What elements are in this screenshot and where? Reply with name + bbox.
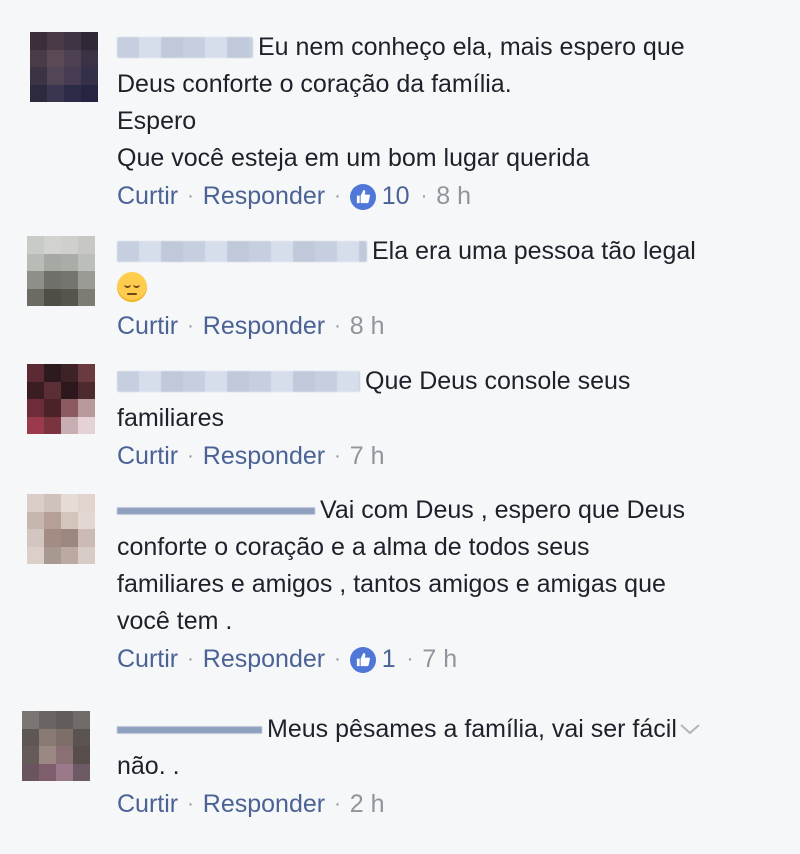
comment-text: Meus pêsames a família, vai ser fácil nã… bbox=[117, 715, 677, 780]
separator: · bbox=[334, 185, 341, 207]
comment-text: Ela era uma pessoa tão legal bbox=[117, 233, 740, 307]
timestamp[interactable]: 8 h bbox=[350, 312, 385, 341]
like-link[interactable]: Curtir bbox=[117, 182, 178, 211]
reply-link[interactable]: Responder bbox=[203, 312, 325, 341]
avatar[interactable] bbox=[27, 364, 95, 434]
comment-actions: Curtir · Responder · 1 · 7 h bbox=[117, 645, 457, 674]
comment-actions: Curtir · Responder · 10 · 8 h bbox=[117, 182, 471, 211]
thumbs-up-icon[interactable] bbox=[349, 183, 376, 210]
avatar[interactable] bbox=[30, 32, 98, 102]
author-name-redacted[interactable] bbox=[117, 719, 262, 740]
separator: · bbox=[334, 315, 341, 337]
reaction-count[interactable]: 10 bbox=[382, 182, 410, 211]
author-name-redacted[interactable] bbox=[117, 500, 315, 521]
separator: · bbox=[187, 315, 194, 337]
author-name-redacted[interactable] bbox=[117, 241, 367, 262]
separator: · bbox=[334, 648, 341, 670]
author-name-redacted[interactable] bbox=[117, 371, 360, 392]
avatar[interactable] bbox=[22, 711, 90, 781]
separator: · bbox=[334, 445, 341, 467]
comment-text: Eu nem conheço ela, mais espero que Deus… bbox=[117, 33, 685, 172]
thumbs-up-icon[interactable] bbox=[349, 646, 376, 673]
comment-actions: Curtir · Responder · 8 h bbox=[117, 312, 385, 341]
separator: · bbox=[406, 648, 414, 670]
like-link[interactable]: Curtir bbox=[117, 790, 178, 819]
separator: · bbox=[187, 648, 194, 670]
separator: · bbox=[334, 793, 341, 815]
timestamp[interactable]: 8 h bbox=[436, 182, 471, 211]
like-link[interactable]: Curtir bbox=[117, 312, 178, 341]
reply-link[interactable]: Responder bbox=[203, 645, 325, 674]
author-name-redacted[interactable] bbox=[117, 37, 253, 58]
comment-actions: Curtir · Responder · 2 h bbox=[117, 790, 385, 819]
reply-link[interactable]: Responder bbox=[203, 790, 325, 819]
reaction-count[interactable]: 1 bbox=[382, 645, 396, 674]
timestamp[interactable]: 2 h bbox=[350, 790, 385, 819]
reply-link[interactable]: Responder bbox=[203, 182, 325, 211]
like-link[interactable]: Curtir bbox=[117, 442, 178, 471]
pensive-face-icon bbox=[117, 272, 147, 302]
separator: · bbox=[420, 185, 428, 207]
separator: · bbox=[187, 793, 194, 815]
comment-text: Vai com Deus , espero que Deus conforte … bbox=[117, 496, 686, 635]
reply-link[interactable]: Responder bbox=[203, 442, 325, 471]
separator: · bbox=[187, 445, 194, 467]
timestamp[interactable]: 7 h bbox=[350, 442, 385, 471]
timestamp[interactable]: 7 h bbox=[422, 645, 457, 674]
avatar[interactable] bbox=[27, 236, 95, 306]
separator: · bbox=[187, 185, 194, 207]
chevron-down-icon[interactable] bbox=[678, 721, 702, 742]
comment-actions: Curtir · Responder · 7 h bbox=[117, 442, 385, 471]
avatar[interactable] bbox=[27, 494, 95, 564]
like-link[interactable]: Curtir bbox=[117, 645, 178, 674]
comment-text: Que Deus console seus familiares bbox=[117, 367, 631, 432]
